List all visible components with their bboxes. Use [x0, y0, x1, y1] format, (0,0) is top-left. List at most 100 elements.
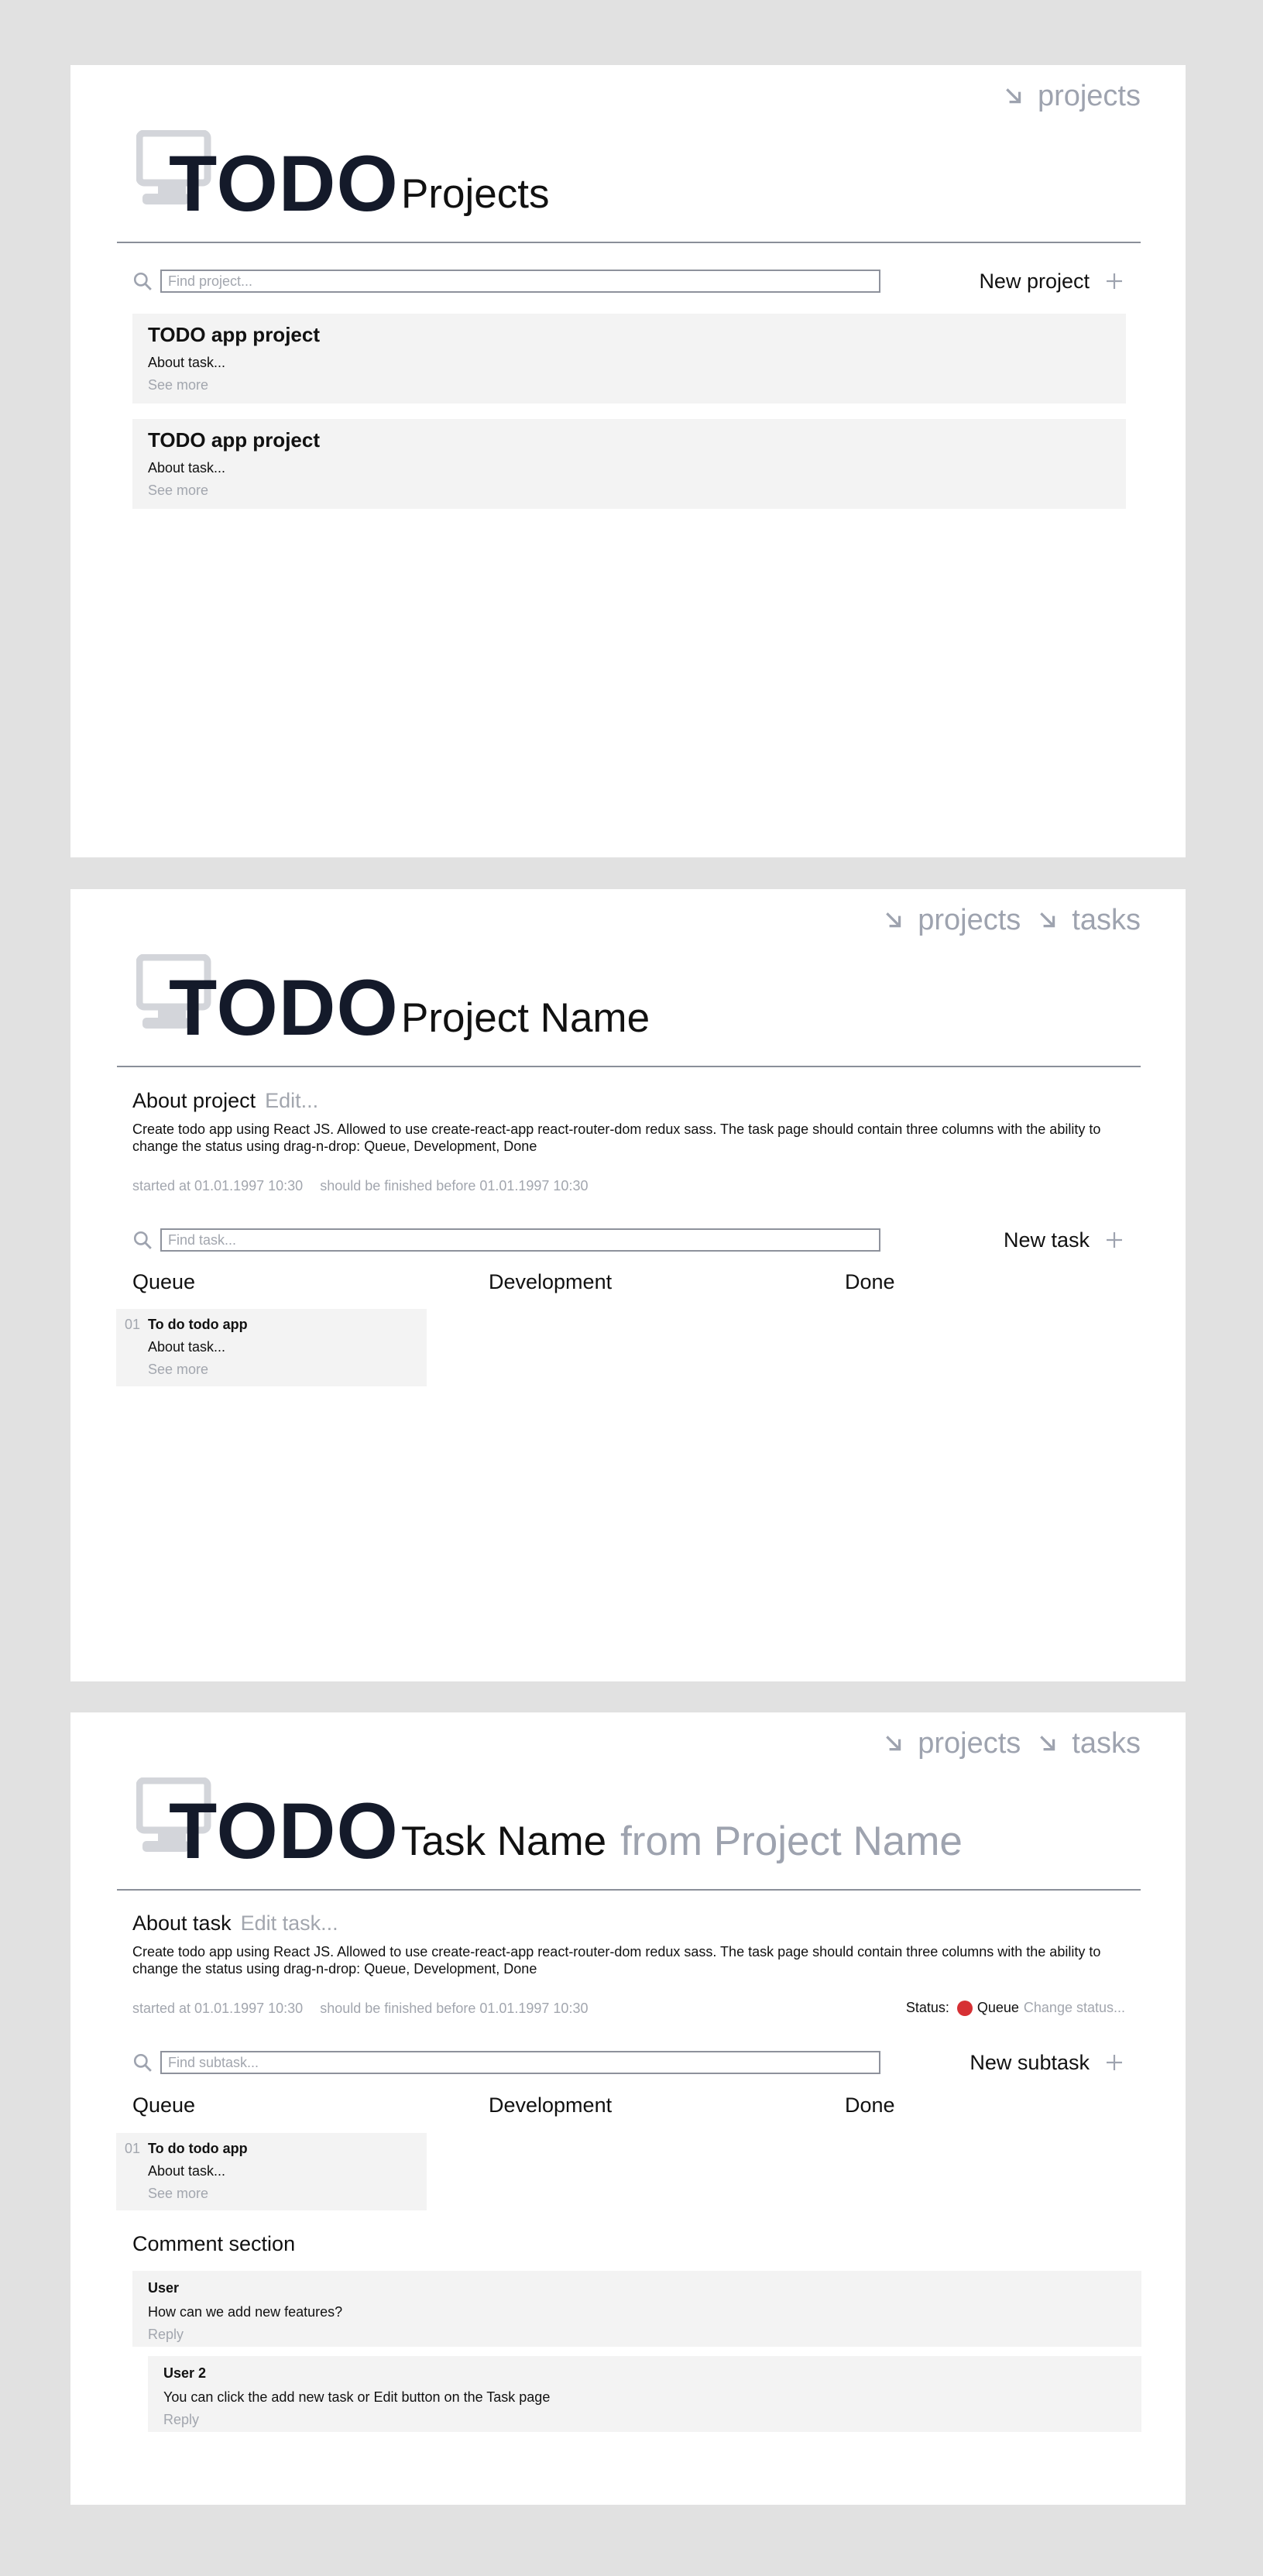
project-card[interactable]: TODO app project About task... See more — [132, 419, 1126, 509]
new-subtask-button[interactable]: New subtask — [970, 2051, 1124, 2075]
about-label: About project — [132, 1089, 256, 1112]
nav-link-projects[interactable]: projects — [884, 904, 1021, 937]
edit-task-link[interactable]: Edit task... — [241, 1911, 338, 1935]
page-title-text: Task Name — [401, 1819, 607, 1864]
logo-text: TODO — [169, 1787, 399, 1875]
nav-link-label: projects — [1037, 79, 1141, 112]
logo-text: TODO — [169, 963, 399, 1052]
started-date: started at 01.01.1997 10:30 — [132, 1178, 304, 1194]
search-row: New subtask — [132, 2049, 1124, 2076]
task-status: Status: Queue Change status... — [906, 2000, 1125, 2016]
header-divider — [117, 1889, 1141, 1891]
top-nav: projects tasks — [867, 900, 1141, 940]
column-header-development: Development — [489, 1270, 613, 1293]
header-divider — [117, 242, 1141, 243]
column-header-queue: Queue — [132, 1270, 196, 1293]
page-title: Projects — [401, 173, 549, 215]
project-card[interactable]: TODO app project About task... See more — [132, 314, 1126, 404]
search-row: New task — [132, 1227, 1124, 1253]
started-date: started at 01.01.1997 10:30 — [132, 2001, 304, 2016]
projects-page-panel: projects TODO Projects New project TODO … — [70, 65, 1186, 857]
edit-project-link[interactable]: Edit... — [265, 1089, 318, 1112]
column-header-queue: Queue — [132, 2093, 196, 2117]
comment-user: User — [148, 2280, 180, 2296]
column-header-done: Done — [845, 2093, 895, 2117]
logo: TODO — [136, 130, 415, 231]
new-project-label: New project — [979, 269, 1090, 293]
search-icon — [133, 272, 152, 290]
see-more-link[interactable]: See more — [148, 483, 1110, 499]
task-card[interactable]: 01 To do todo app About task... See more — [116, 1309, 427, 1386]
new-subtask-label: New subtask — [970, 2050, 1090, 2074]
nav-link-label: tasks — [1072, 903, 1141, 936]
arrow-down-right-icon — [1040, 912, 1055, 928]
subtask-search-input[interactable] — [160, 2051, 880, 2074]
status-label: Status: — [905, 2000, 949, 2015]
task-number: 01 — [125, 1317, 141, 1332]
change-status-link[interactable]: Change status... — [1024, 2000, 1125, 2016]
task-about: About task... — [148, 1339, 226, 1355]
search-row: New project — [132, 268, 1124, 294]
page-title: Project Name — [401, 998, 650, 1039]
nav-link-projects[interactable]: projects — [1004, 80, 1141, 113]
new-task-button[interactable]: New task — [1004, 1228, 1124, 1252]
comment-section-heading: Comment section — [132, 2232, 296, 2255]
about-project-heading: About project Edit... — [132, 1089, 318, 1113]
subtask-title: To do todo app — [148, 2141, 248, 2156]
status-value: Queue — [976, 2000, 1019, 2015]
see-more-link[interactable]: See more — [148, 1362, 208, 1378]
nav-link-label: projects — [918, 903, 1021, 936]
task-dates: started at 01.01.1997 10:30 should be fin… — [132, 2001, 588, 2017]
new-task-label: New task — [1003, 1228, 1090, 1252]
project-search-input[interactable] — [160, 270, 880, 293]
comment: User How can we add new features? Reply — [132, 2271, 1141, 2347]
column-header-done: Done — [845, 1270, 895, 1293]
page-title-text: Projects — [401, 171, 550, 217]
plus-icon — [1107, 1232, 1122, 1248]
plus-icon — [1107, 273, 1122, 289]
comment-user: User 2 — [163, 2365, 207, 2381]
nav-link-projects[interactable]: projects — [884, 1727, 1021, 1760]
project-page-panel: projects tasks TODO Project Name About p… — [70, 889, 1186, 1681]
about-label: About task — [132, 1911, 232, 1935]
project-title: TODO app project — [148, 323, 320, 346]
comment-text: You can click the add new task or Edit b… — [163, 2389, 551, 2405]
nav-link-tasks[interactable]: tasks — [1038, 904, 1141, 937]
project-description: Create todo app using React JS. Allowed … — [132, 1121, 1101, 1154]
reply-link[interactable]: Reply — [163, 2412, 1126, 2428]
arrow-down-right-icon — [886, 912, 901, 928]
plus-icon — [1107, 2055, 1122, 2070]
nav-link-tasks[interactable]: tasks — [1038, 1727, 1141, 1760]
project-dates: started at 01.01.1997 10:30 should be fin… — [132, 1178, 588, 1194]
status-dot-icon — [956, 2000, 973, 2016]
arrow-down-right-icon — [1006, 88, 1021, 104]
project-about: About task... — [148, 355, 226, 370]
task-search-input[interactable] — [160, 1228, 880, 1252]
search-icon — [133, 2053, 152, 2072]
arrow-down-right-icon — [1040, 1736, 1055, 1751]
reply-link[interactable]: Reply — [148, 2327, 1126, 2343]
page-subtitle: from Project Name — [620, 1819, 963, 1864]
see-more-link[interactable]: See more — [148, 377, 1110, 393]
task-title: To do todo app — [148, 1317, 248, 1332]
task-description: Create todo app using React JS. Allowed … — [132, 1944, 1101, 1977]
deadline-date: should be finished before 01.01.1997 10:… — [320, 2001, 589, 2016]
top-nav: projects — [987, 76, 1141, 116]
nav-link-label: projects — [918, 1726, 1021, 1760]
logo: TODO — [136, 1777, 415, 1878]
subtask-number: 01 — [125, 2141, 141, 2156]
comment-reply: User 2 You can click the add new task or… — [148, 2356, 1141, 2432]
top-nav: projects tasks — [867, 1723, 1141, 1764]
page-title-text: Project Name — [401, 995, 650, 1041]
search-icon — [133, 1231, 152, 1249]
header-divider — [117, 1066, 1141, 1067]
new-project-button[interactable]: New project — [979, 270, 1124, 294]
logo: TODO — [136, 954, 415, 1055]
see-more-link[interactable]: See more — [148, 2186, 208, 2202]
about-task-heading: About task Edit task... — [132, 1911, 338, 1935]
subtask-about: About task... — [148, 2163, 226, 2179]
comment-text: How can we add new features? — [148, 2304, 343, 2320]
subtask-card[interactable]: 01 To do todo app About task... See more — [116, 2133, 427, 2210]
deadline-date: should be finished before 01.01.1997 10:… — [320, 1178, 589, 1194]
nav-link-label: tasks — [1072, 1726, 1141, 1760]
